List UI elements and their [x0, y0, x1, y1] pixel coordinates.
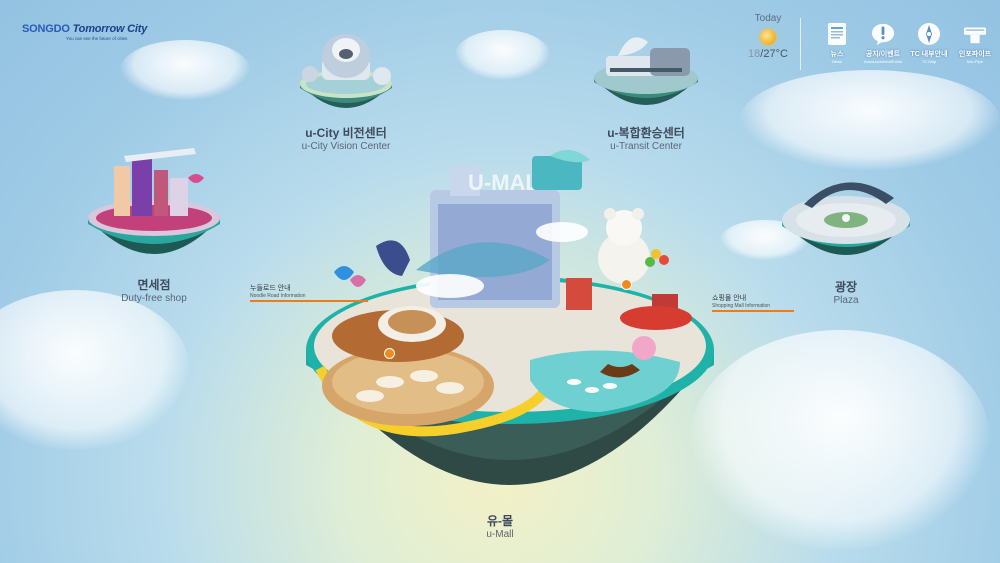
pointer-subtitle: Noodle Road Information	[250, 293, 306, 299]
island-vision-center[interactable]	[296, 14, 396, 129]
label-transit-center[interactable]: u-복합환승센터 u-Transit Center	[584, 124, 708, 152]
cloud	[740, 70, 1000, 170]
sunny-icon	[760, 29, 776, 45]
brand-name-1: SONGDO	[22, 23, 70, 35]
nav-sub: Info-Pipe	[966, 59, 983, 64]
island-plaza[interactable]	[776, 164, 916, 281]
label-duty-free[interactable]: 면세점 Duty-free shop	[98, 276, 210, 304]
nav-label: 뉴스	[830, 51, 844, 58]
nav-info-pipe[interactable]: 인포파이프 Info-Pipe	[956, 22, 994, 64]
temp-low: 18	[748, 48, 761, 60]
pointer-subtitle: Shopping Mall Information	[712, 303, 771, 309]
place-name: u-City 비전센터	[305, 126, 387, 140]
place-name: 광장	[834, 280, 858, 294]
pointer-title: 쇼핑몰 안내	[712, 295, 747, 302]
island-duty-free[interactable]	[84, 140, 224, 270]
plus-marker-icon	[384, 348, 395, 359]
nav-sub: Announcement/Event	[864, 59, 903, 64]
nav-sub: TC Map	[921, 59, 937, 64]
label-umall[interactable]: 유-몰 u-Mall	[464, 512, 536, 540]
nav-news[interactable]: 뉴스 News	[818, 22, 856, 64]
place-name-en: u-Mall	[486, 529, 514, 540]
nav-tc-map[interactable]: TC 내부안내 TC Map	[910, 22, 948, 64]
weather-label: Today	[754, 13, 782, 24]
label-plaza[interactable]: 광장 Plaza	[800, 278, 892, 306]
pointer-shopping-mall[interactable]: 쇼핑몰 안내 Shopping Mall Information	[712, 293, 794, 312]
temp-high: /27°C	[760, 48, 788, 60]
place-name: 면세점	[137, 278, 171, 292]
newspaper-icon	[825, 22, 849, 46]
place-name: u-복합환승센터	[607, 126, 685, 140]
nav-sub: News	[831, 59, 842, 64]
top-nav: 뉴스 News 공지/이벤트 Announcement/Event TC 내부안…	[818, 22, 994, 64]
cloud	[0, 290, 190, 450]
place-name-en: Plaza	[833, 295, 859, 306]
weather-widget: Today 18/27°C	[744, 13, 792, 60]
brand-name-2: Tomorrow City	[72, 23, 148, 35]
island-umall[interactable]: U-MALL	[300, 149, 720, 520]
place-name: 유-몰	[486, 514, 514, 528]
exclamation-bubble-icon	[871, 22, 895, 46]
brand-tagline: You can see the future of cities	[66, 36, 128, 41]
pointer-noodle-road[interactable]: 누들로드 안내 Noodle Road Information	[250, 283, 368, 302]
cloud	[455, 30, 550, 80]
pointer-line	[712, 310, 794, 312]
cloud	[120, 40, 250, 100]
nav-label: TC 내부안내	[910, 51, 948, 58]
pipe-icon	[963, 22, 987, 46]
brand-logo[interactable]: SONGDO Tomorrow City You can see the fut…	[22, 23, 147, 41]
nav-announcement[interactable]: 공지/이벤트 Announcement/Event	[864, 22, 902, 64]
cloud	[690, 330, 990, 550]
compass-icon	[917, 22, 941, 46]
plus-marker-icon	[621, 279, 632, 290]
place-name-en: Duty-free shop	[121, 293, 187, 304]
pointer-title: 누들로드 안내	[250, 285, 291, 292]
label-vision-center[interactable]: u-City 비전센터 u-City Vision Center	[282, 124, 410, 152]
nav-label: 공지/이벤트	[865, 51, 901, 58]
nav-label: 인포파이프	[958, 51, 992, 58]
pointer-line	[250, 300, 368, 302]
divider	[800, 18, 801, 70]
island-transit-center[interactable]	[590, 20, 702, 125]
